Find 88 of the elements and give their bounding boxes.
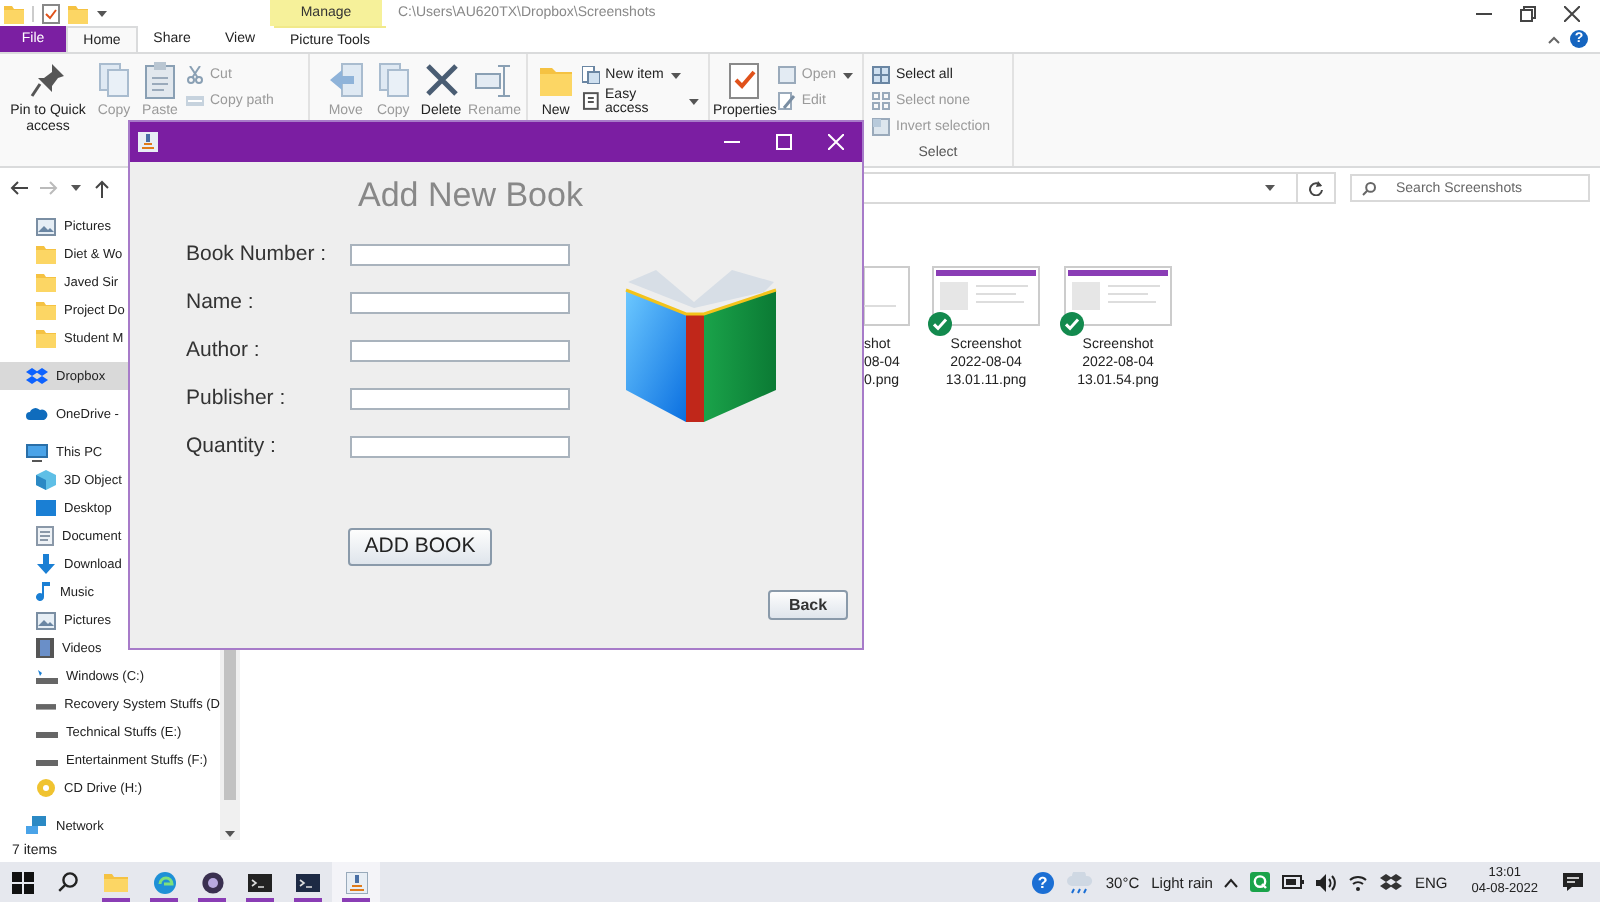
terminal-icon[interactable] xyxy=(248,873,272,891)
windows-icon[interactable] xyxy=(11,871,33,893)
folder-icon xyxy=(68,3,88,23)
music-note-icon xyxy=(36,582,52,602)
properties-icon[interactable] xyxy=(42,3,60,23)
help-icon[interactable]: ? xyxy=(1031,871,1054,893)
battery-icon[interactable] xyxy=(1282,874,1305,890)
clipboard-icon xyxy=(140,60,180,100)
thumbnail-image xyxy=(1064,266,1172,326)
folder-icon xyxy=(36,272,56,292)
boxes-icon xyxy=(26,367,48,385)
picture-icon xyxy=(36,217,56,235)
cloud-icon xyxy=(26,406,48,422)
app-icon[interactable] xyxy=(1250,872,1271,892)
caret-icon xyxy=(669,69,682,81)
input-field[interactable] xyxy=(350,387,570,409)
back-icon[interactable] xyxy=(10,180,28,196)
search-icon xyxy=(1362,182,1376,196)
desktop-icon xyxy=(36,500,56,516)
dropdown-icon xyxy=(70,182,82,194)
volume-icon[interactable] xyxy=(1316,873,1337,891)
document-icon xyxy=(581,92,600,110)
monitor-icon xyxy=(26,443,48,461)
chevron-up-icon[interactable] xyxy=(1548,35,1560,43)
checklist-icon xyxy=(724,60,765,100)
thumbnail-image xyxy=(932,266,1040,326)
grid-icon xyxy=(872,92,890,110)
copy-icon xyxy=(373,60,414,100)
arrow-icon xyxy=(325,60,366,100)
film-icon xyxy=(36,638,54,658)
scissors-icon xyxy=(186,66,204,84)
app-icon xyxy=(138,132,158,152)
boxes-icon[interactable] xyxy=(1380,873,1403,891)
folder-icon xyxy=(4,3,24,23)
book-icon xyxy=(624,270,778,422)
download-icon xyxy=(36,554,56,574)
scroll-down-icon xyxy=(224,828,236,840)
document-icon xyxy=(36,526,54,546)
field-label: Publisher : xyxy=(186,386,288,410)
path-icon xyxy=(186,92,204,110)
terminal-icon[interactable] xyxy=(296,873,320,891)
drive-icon xyxy=(36,669,58,683)
pin-icon xyxy=(28,60,68,100)
new-item-icon xyxy=(581,66,600,84)
folder-icon xyxy=(36,328,56,348)
network-icon xyxy=(26,816,48,836)
chevron-up-icon[interactable] xyxy=(1224,877,1239,887)
search-icon[interactable] xyxy=(58,872,78,892)
add-book-button[interactable]: ADD BOOK xyxy=(348,528,492,566)
chevron-down-icon xyxy=(1264,182,1276,194)
input-field[interactable] xyxy=(350,435,570,457)
pencil-icon xyxy=(777,92,796,110)
field-label: Quantity : xyxy=(186,434,278,458)
thumbnail-image xyxy=(864,266,910,326)
dialog-title: Add New Book xyxy=(358,174,585,218)
disc-icon xyxy=(36,778,56,798)
folder-icon xyxy=(36,300,56,320)
input-field[interactable] xyxy=(350,243,570,265)
field-label: Name : xyxy=(186,290,256,314)
browser-icon[interactable] xyxy=(153,871,175,893)
refresh-button[interactable] xyxy=(1296,172,1336,204)
open-icon xyxy=(777,66,796,84)
grid-icon xyxy=(872,118,890,136)
back-button[interactable]: Back xyxy=(768,590,848,620)
copy-icon xyxy=(94,60,134,100)
refresh-icon xyxy=(1308,180,1324,196)
caret-icon xyxy=(688,95,700,107)
cube-icon xyxy=(36,470,56,490)
grid-icon xyxy=(872,66,890,84)
rename-icon xyxy=(474,60,515,100)
maximize-icon[interactable] xyxy=(776,134,792,150)
picture-icon xyxy=(36,611,56,629)
field-label: Author : xyxy=(186,338,262,362)
caret-icon xyxy=(842,69,854,81)
cloud-rain-icon[interactable] xyxy=(1065,871,1094,893)
app-icon[interactable] xyxy=(345,871,367,893)
input-field[interactable] xyxy=(350,339,570,361)
restore-icon[interactable] xyxy=(1520,5,1536,21)
wifi-icon[interactable] xyxy=(1348,873,1369,891)
up-icon[interactable] xyxy=(94,179,110,197)
input-field[interactable] xyxy=(350,291,570,313)
field-label: Book Number : xyxy=(186,242,329,266)
delete-icon xyxy=(421,60,462,100)
circle-app-icon[interactable] xyxy=(201,871,223,893)
notification-icon[interactable] xyxy=(1562,872,1584,892)
dropdown-icon xyxy=(96,7,108,19)
folder-icon xyxy=(36,244,56,264)
close-icon[interactable] xyxy=(1564,5,1580,21)
